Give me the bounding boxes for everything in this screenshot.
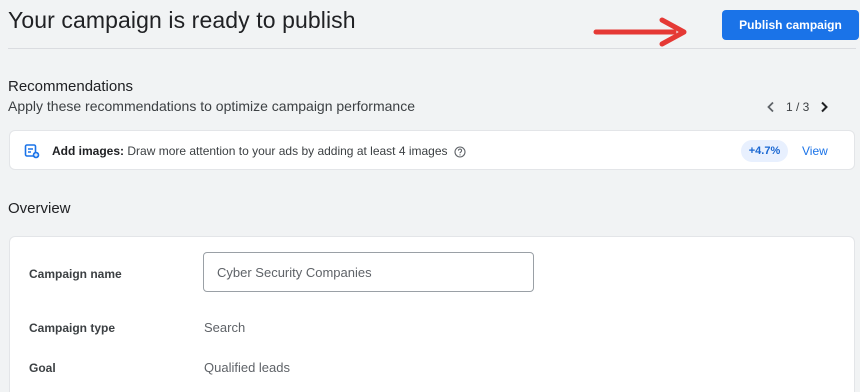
image-add-icon (24, 144, 40, 159)
pager-count: 1 / 3 (786, 100, 810, 114)
overview-card: Campaign name Campaign type Search Goal … (9, 236, 855, 392)
recommendations-subtitle: Apply these recommendations to optimize … (8, 98, 415, 114)
recommendation-title: Add images: (52, 144, 125, 158)
publish-campaign-button[interactable]: Publish campaign (722, 10, 859, 40)
window-edge (860, 0, 864, 392)
chevron-left-icon[interactable] (760, 97, 782, 117)
page: Your campaign is ready to publish Publis… (0, 0, 864, 392)
campaign-type-label: Campaign type (29, 321, 116, 335)
goal-label: Goal (29, 361, 56, 375)
header-divider (8, 48, 856, 49)
arrow-right-icon (593, 17, 687, 47)
recommendations-title: Recommendations (8, 78, 134, 95)
campaign-type-value: Search (204, 320, 246, 335)
campaign-name-input[interactable] (203, 252, 534, 292)
recommendation-text: Add images: Draw more attention to your … (52, 144, 466, 158)
overview-title: Overview (8, 200, 71, 217)
goal-value: Qualified leads (204, 360, 290, 375)
help-icon[interactable] (454, 146, 466, 158)
view-recommendation-link[interactable]: View (802, 144, 828, 158)
chevron-right-icon[interactable] (813, 97, 835, 117)
uplift-badge: +4.7% (741, 140, 788, 162)
campaign-name-label: Campaign name (29, 267, 122, 281)
recommendations-pager: 1 / 3 (760, 97, 835, 117)
recommendation-description: Draw more attention to your ads by addin… (127, 144, 448, 158)
page-title: Your campaign is ready to publish (8, 7, 356, 33)
recommendation-card: Add images: Draw more attention to your … (9, 130, 855, 170)
